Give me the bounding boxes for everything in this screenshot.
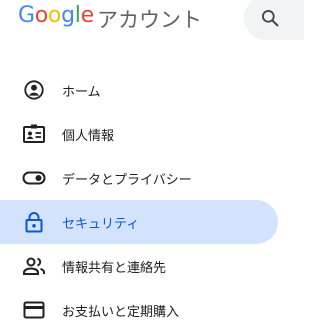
nav-item-label: セキュリティ <box>62 216 140 232</box>
nav-item-payments[interactable]: お支払いと定期購入 <box>0 288 278 332</box>
product-name: アカウント <box>97 8 202 32</box>
logo-letter: o <box>34 3 48 28</box>
badge-icon <box>22 122 46 146</box>
people-icon <box>22 254 46 278</box>
nav-item-home[interactable]: ホーム <box>0 68 278 112</box>
logo-letter: e <box>80 3 95 28</box>
logo-letter: g <box>61 3 75 28</box>
logo-letter: G <box>18 3 35 28</box>
nav-item-people-sharing[interactable]: 情報共有と連絡先 <box>0 244 278 288</box>
search-button[interactable] <box>244 0 304 40</box>
nav-item-label: 個人情報 <box>62 128 115 144</box>
credit-card-icon <box>22 298 46 322</box>
nav-item-personal-info[interactable]: 個人情報 <box>0 112 278 156</box>
nav-item-data-privacy[interactable]: データとプライバシー <box>0 156 278 200</box>
account-circle-icon <box>22 78 46 102</box>
nav-item-label: ホーム <box>62 84 101 100</box>
nav-item-label: お支払いと定期購入 <box>62 304 180 320</box>
toggle-icon <box>22 166 46 190</box>
nav-item-label: データとプライバシー <box>62 172 192 188</box>
nav-item-label: 情報共有と連絡先 <box>62 260 167 276</box>
side-navigation: ホーム 個人情報 データとプライバシー セキュリティ 情報共有と連絡先 お支払い… <box>0 68 288 332</box>
nav-item-security[interactable]: セキュリティ <box>0 200 278 244</box>
search-icon <box>262 10 279 27</box>
logo-letter: o <box>47 3 62 28</box>
google-logo[interactable]: Google <box>18 3 94 28</box>
lock-icon <box>22 210 46 234</box>
